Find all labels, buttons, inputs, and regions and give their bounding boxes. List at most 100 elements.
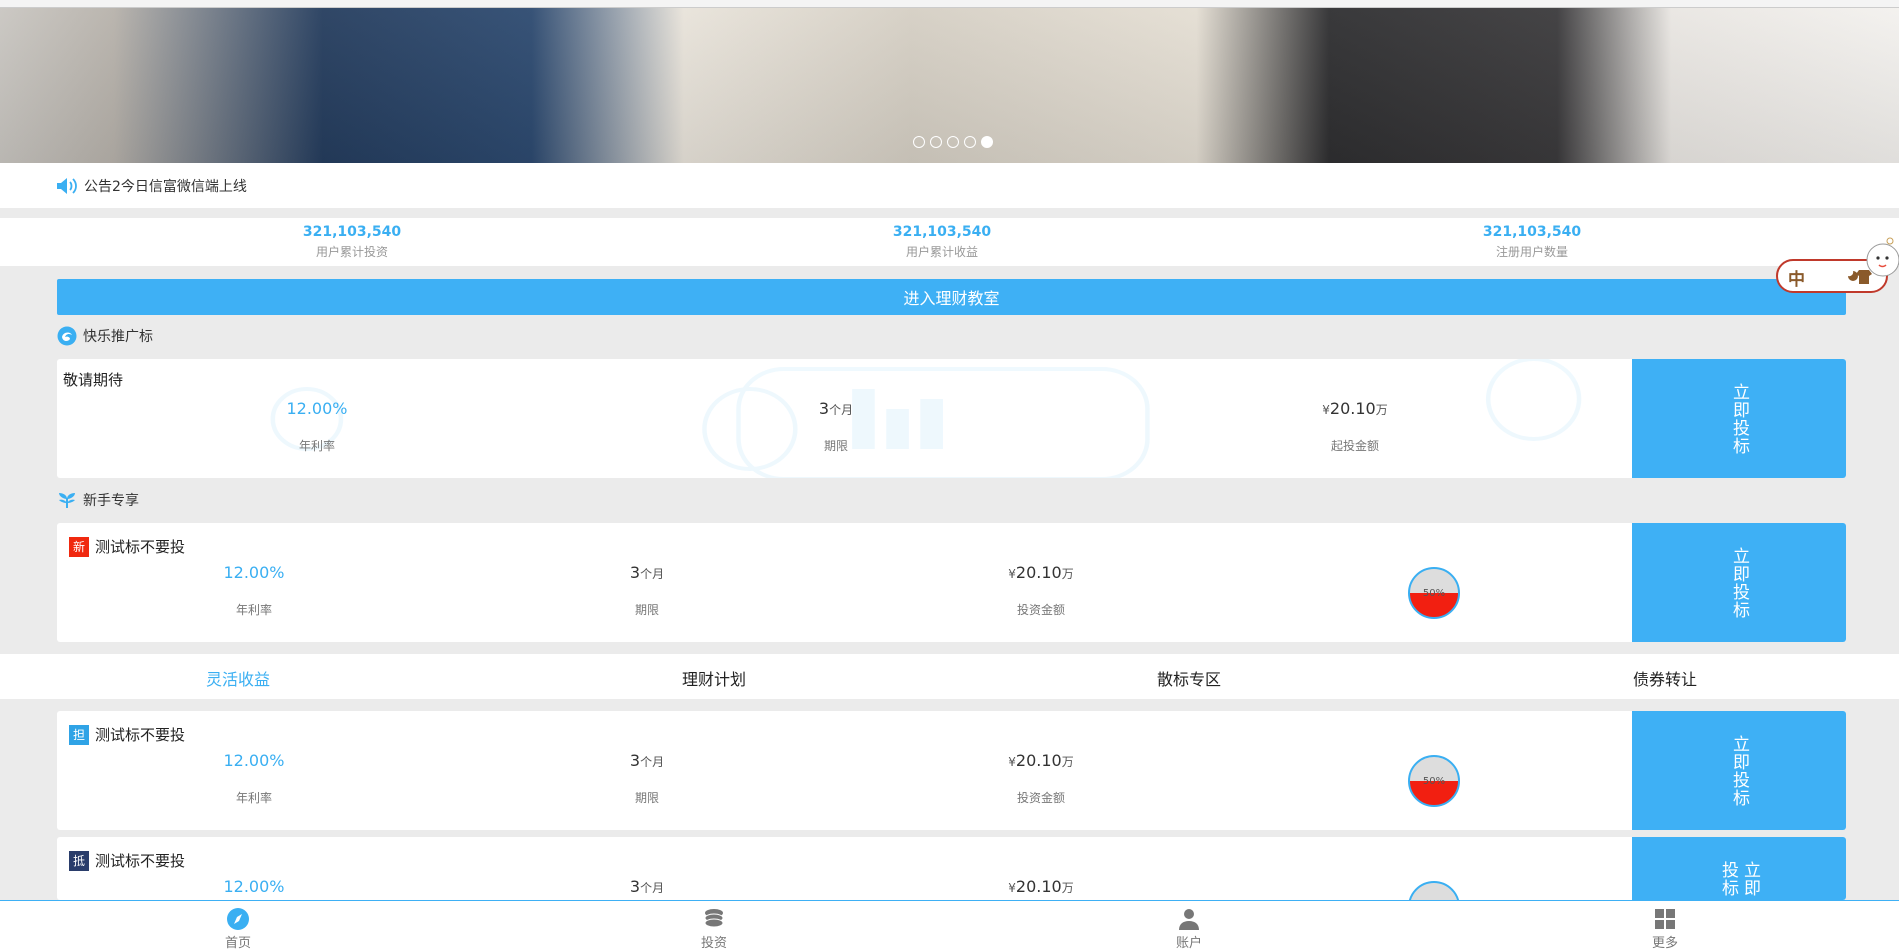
card-title: 敬请期待: [63, 371, 124, 389]
progress-pie: 50%: [1408, 567, 1460, 619]
nav-account[interactable]: 账户: [1139, 907, 1239, 951]
tab-debt-transfer[interactable]: 债券转让: [1565, 666, 1765, 690]
tab-loan-zone[interactable]: 散标专区: [1089, 666, 1289, 690]
invest-now-button[interactable]: 立即投标: [1632, 837, 1846, 900]
card-watermark: [270, 359, 1582, 478]
term-value: 3: [818, 399, 830, 418]
nav-more[interactable]: 更多: [1615, 907, 1715, 951]
rate-cell: 12.00%: [154, 563, 354, 582]
rate-value: 12.00%: [286, 399, 348, 418]
currency-symbol: ¥: [1008, 881, 1016, 895]
term-value: 3: [629, 877, 641, 896]
rate-label-cell: 年利率: [154, 789, 354, 806]
nav-label: 首页: [224, 936, 251, 951]
stat-value: 321,103,540: [1482, 224, 1582, 240]
invest-now-button[interactable]: 立即投标: [1632, 359, 1846, 478]
widget-text: 中: [1788, 270, 1805, 290]
rate-cell: 12.00%: [154, 877, 354, 896]
amount-cell: ¥20.10万: [941, 563, 1141, 582]
nav-label: 投资: [700, 936, 727, 951]
carousel-dot[interactable]: [930, 136, 942, 148]
invest-now-button[interactable]: 立即投标: [1632, 711, 1846, 830]
amount-label-cell: 起投金额: [1255, 437, 1455, 454]
term-unit: 个月: [640, 567, 665, 581]
nav-label: 更多: [1651, 936, 1678, 951]
term-label: 期限: [634, 791, 659, 805]
rate-label-cell: 年利率: [154, 601, 354, 618]
term-cell: 3个月: [736, 399, 936, 418]
amount-value: 20.10: [1015, 563, 1062, 582]
product-card[interactable]: 担 测试标不要投 12.00% 年利率 3个月 期限 ¥20.10万 投资金额 …: [57, 711, 1846, 830]
card-title: 测试标不要投: [95, 538, 186, 556]
stat-label: 用户累计投资: [315, 245, 388, 259]
amount-unit: 万: [1061, 567, 1074, 581]
rate-label-cell: 年利率: [217, 437, 417, 454]
section-title: 快乐推广标: [83, 329, 153, 345]
notice-bar[interactable]: 公告2今日信富微信端上线: [0, 163, 1899, 208]
progress-pie-partial: [1408, 881, 1460, 900]
speaker-icon: [57, 177, 77, 194]
newbie-section-header: 新手专享: [57, 490, 139, 510]
stat-total-income: 321,103,540 用户累计收益: [792, 223, 1092, 261]
term-cell: 3个月: [547, 563, 747, 582]
tab-financial-plan[interactable]: 理财计划: [614, 666, 814, 690]
coins-icon: [704, 909, 724, 928]
new-tag: 新: [69, 536, 89, 557]
product-tabs: 灵活收益 理财计划 散标专区 债券转让: [0, 654, 1899, 699]
carousel-dot[interactable]: [964, 136, 976, 148]
compass-icon: [227, 908, 249, 930]
rate-value: 12.00%: [223, 751, 285, 770]
stat-label: 用户累计收益: [905, 245, 978, 259]
term-label: 期限: [823, 439, 848, 453]
rate-label: 年利率: [235, 791, 272, 805]
user-icon: [1179, 909, 1199, 930]
banner-carousel[interactable]: [0, 8, 1899, 163]
term-unit: 个月: [640, 881, 665, 895]
stat-label: 注册用户数量: [1495, 245, 1568, 259]
guarantee-tag: 担: [69, 724, 89, 745]
amount-label: 投资金额: [1016, 791, 1065, 805]
nav-invest[interactable]: 投资: [664, 907, 764, 951]
grid-icon: [1655, 909, 1675, 929]
stats-bar: 321,103,540 用户累计投资 321,103,540 用户累计收益 32…: [0, 218, 1899, 266]
progress-pie: 50%: [1408, 755, 1460, 807]
nav-home[interactable]: 首页: [188, 907, 288, 951]
currency-symbol: ¥: [1322, 403, 1330, 417]
product-card[interactable]: 抵 测试标不要投 12.00% 3个月 ¥20.10万 立即投标: [57, 837, 1846, 900]
invest-now-button[interactable]: 立即投标: [1632, 523, 1846, 642]
amount-cell: ¥20.10万: [941, 751, 1141, 770]
carousel-dot[interactable]: [947, 136, 959, 148]
term-unit: 个月: [829, 403, 854, 417]
rate-label: 年利率: [235, 603, 272, 617]
card-title-row: 担 测试标不要投: [69, 724, 185, 745]
classroom-button[interactable]: 进入理财教室: [57, 279, 1846, 315]
amount-unit: 万: [1061, 881, 1074, 895]
promo-product-card[interactable]: 敬请期待 12.00% 年利率 3个月 期限 ¥20.10万 起投金额 立即投标: [57, 359, 1846, 478]
currency-symbol: ¥: [1008, 567, 1016, 581]
carousel-dots: [913, 136, 993, 148]
amount-value: 20.10: [1015, 877, 1062, 896]
rate-label: 年利率: [298, 439, 335, 453]
rate-cell: 12.00%: [217, 399, 417, 418]
term-label-cell: 期限: [547, 601, 747, 618]
term-label-cell: 期限: [736, 437, 936, 454]
amount-label: 投资金额: [1016, 603, 1065, 617]
card-title: 测试标不要投: [95, 852, 186, 870]
swirl-icon: [57, 326, 77, 346]
tab-flexible-income[interactable]: 灵活收益: [138, 666, 338, 690]
carousel-dot[interactable]: [913, 136, 925, 148]
rate-value: 12.00%: [223, 563, 285, 582]
promo-section-header: 快乐推广标: [57, 326, 153, 346]
amount-label-cell: 投资金额: [941, 601, 1141, 618]
amount-label: 起投金额: [1330, 439, 1379, 453]
term-value: 3: [629, 751, 641, 770]
carousel-dot-active[interactable]: [981, 136, 993, 148]
card-title-row: 新 测试标不要投: [69, 536, 185, 557]
term-label-cell: 期限: [547, 789, 747, 806]
floating-widget[interactable]: 中: [1775, 232, 1899, 296]
amount-label-cell: 投资金额: [941, 789, 1141, 806]
newbie-product-card[interactable]: 新 测试标不要投 12.00% 年利率 3个月 期限 ¥20.10万 投资金额 …: [57, 523, 1846, 642]
amount-value: 20.10: [1015, 751, 1062, 770]
mortgage-tag: 抵: [69, 850, 89, 871]
top-edge: [0, 0, 1899, 8]
